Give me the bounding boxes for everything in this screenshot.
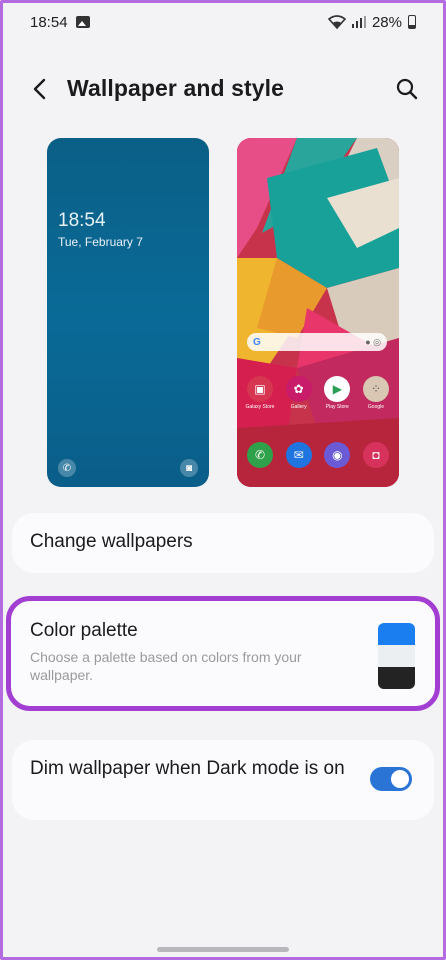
back-arrow-icon [33,78,46,100]
gallery-icon [75,16,90,28]
app-internet: ◉ [320,442,354,468]
wifi-icon [327,15,346,29]
change-wallpapers-item[interactable]: Change wallpapers [12,513,434,573]
lock-screen-preview[interactable]: 18:54 Tue, February 7 ✆ ◙ [47,138,209,487]
app-google: ⁘ Google [359,376,393,410]
dim-wallpaper-item[interactable]: Dim wallpaper when Dark mode is on [12,740,434,820]
swatch-light [378,645,415,667]
galaxy-store-icon: ▣ [247,376,273,402]
color-palette-item[interactable]: Color palette Choose a palette based on … [6,596,440,711]
toggle-knob [391,770,409,788]
color-palette-description: Choose a palette based on colors from yo… [30,649,302,683]
color-palette-swatch [378,623,415,689]
abstract-wallpaper [237,138,399,487]
header: Wallpaper and style [0,62,446,116]
mic-icon: ● ◎ [365,336,381,347]
phone-app-icon: ✆ [247,442,273,468]
dim-wallpaper-label: Dim wallpaper when Dark mode is on [30,758,345,779]
status-time: 18:54 [30,13,68,31]
camera-app-icon: ◘ [362,442,389,468]
play-store-icon: ▶ [324,376,351,402]
swatch-dark [378,667,415,689]
back-button[interactable] [24,74,54,104]
home-screen-preview[interactable]: G ● ◎ ▣ Galaxy Store ✿ Gallery ▶ Play St… [237,138,399,487]
google-folder-icon: ⁘ [362,376,389,402]
lock-screen-date: Tue, February 7 [58,235,143,249]
search-icon [396,78,418,100]
home-search-bar: G ● ◎ [247,333,387,351]
messages-app-icon: ✉ [285,442,312,468]
search-button[interactable] [392,74,422,104]
google-g-icon: G [253,336,261,348]
app-camera: ◘ [359,442,393,468]
status-bar: 18:54 28% [0,0,446,44]
battery-icon [408,15,416,29]
app-gallery: ✿ Gallery [282,376,316,410]
home-indicator[interactable] [157,947,289,952]
app-messages: ✉ [282,442,316,468]
app-phone: ✆ [243,442,277,468]
page-title: Wallpaper and style [67,75,285,101]
phone-shortcut-icon: ✆ [58,459,76,477]
app-play-store: ▶ Play Store [320,376,354,410]
camera-shortcut-icon: ◙ [180,459,198,477]
swatch-blue [378,623,415,645]
color-palette-title: Color palette [30,620,138,641]
gallery-app-icon: ✿ [285,376,312,402]
signal-icon [351,16,366,28]
app-row-1: ▣ Galaxy Store ✿ Gallery ▶ Play Store ⁘ … [243,376,393,410]
change-wallpapers-label: Change wallpapers [30,531,193,552]
app-row-2: ✆ ✉ ◉ ◘ [243,442,393,468]
dim-wallpaper-toggle[interactable] [370,767,412,791]
battery-level: 28% [371,13,402,31]
lock-screen-time: 18:54 [58,210,106,231]
app-galaxy-store: ▣ Galaxy Store [243,376,277,410]
internet-app-icon: ◉ [324,442,351,468]
